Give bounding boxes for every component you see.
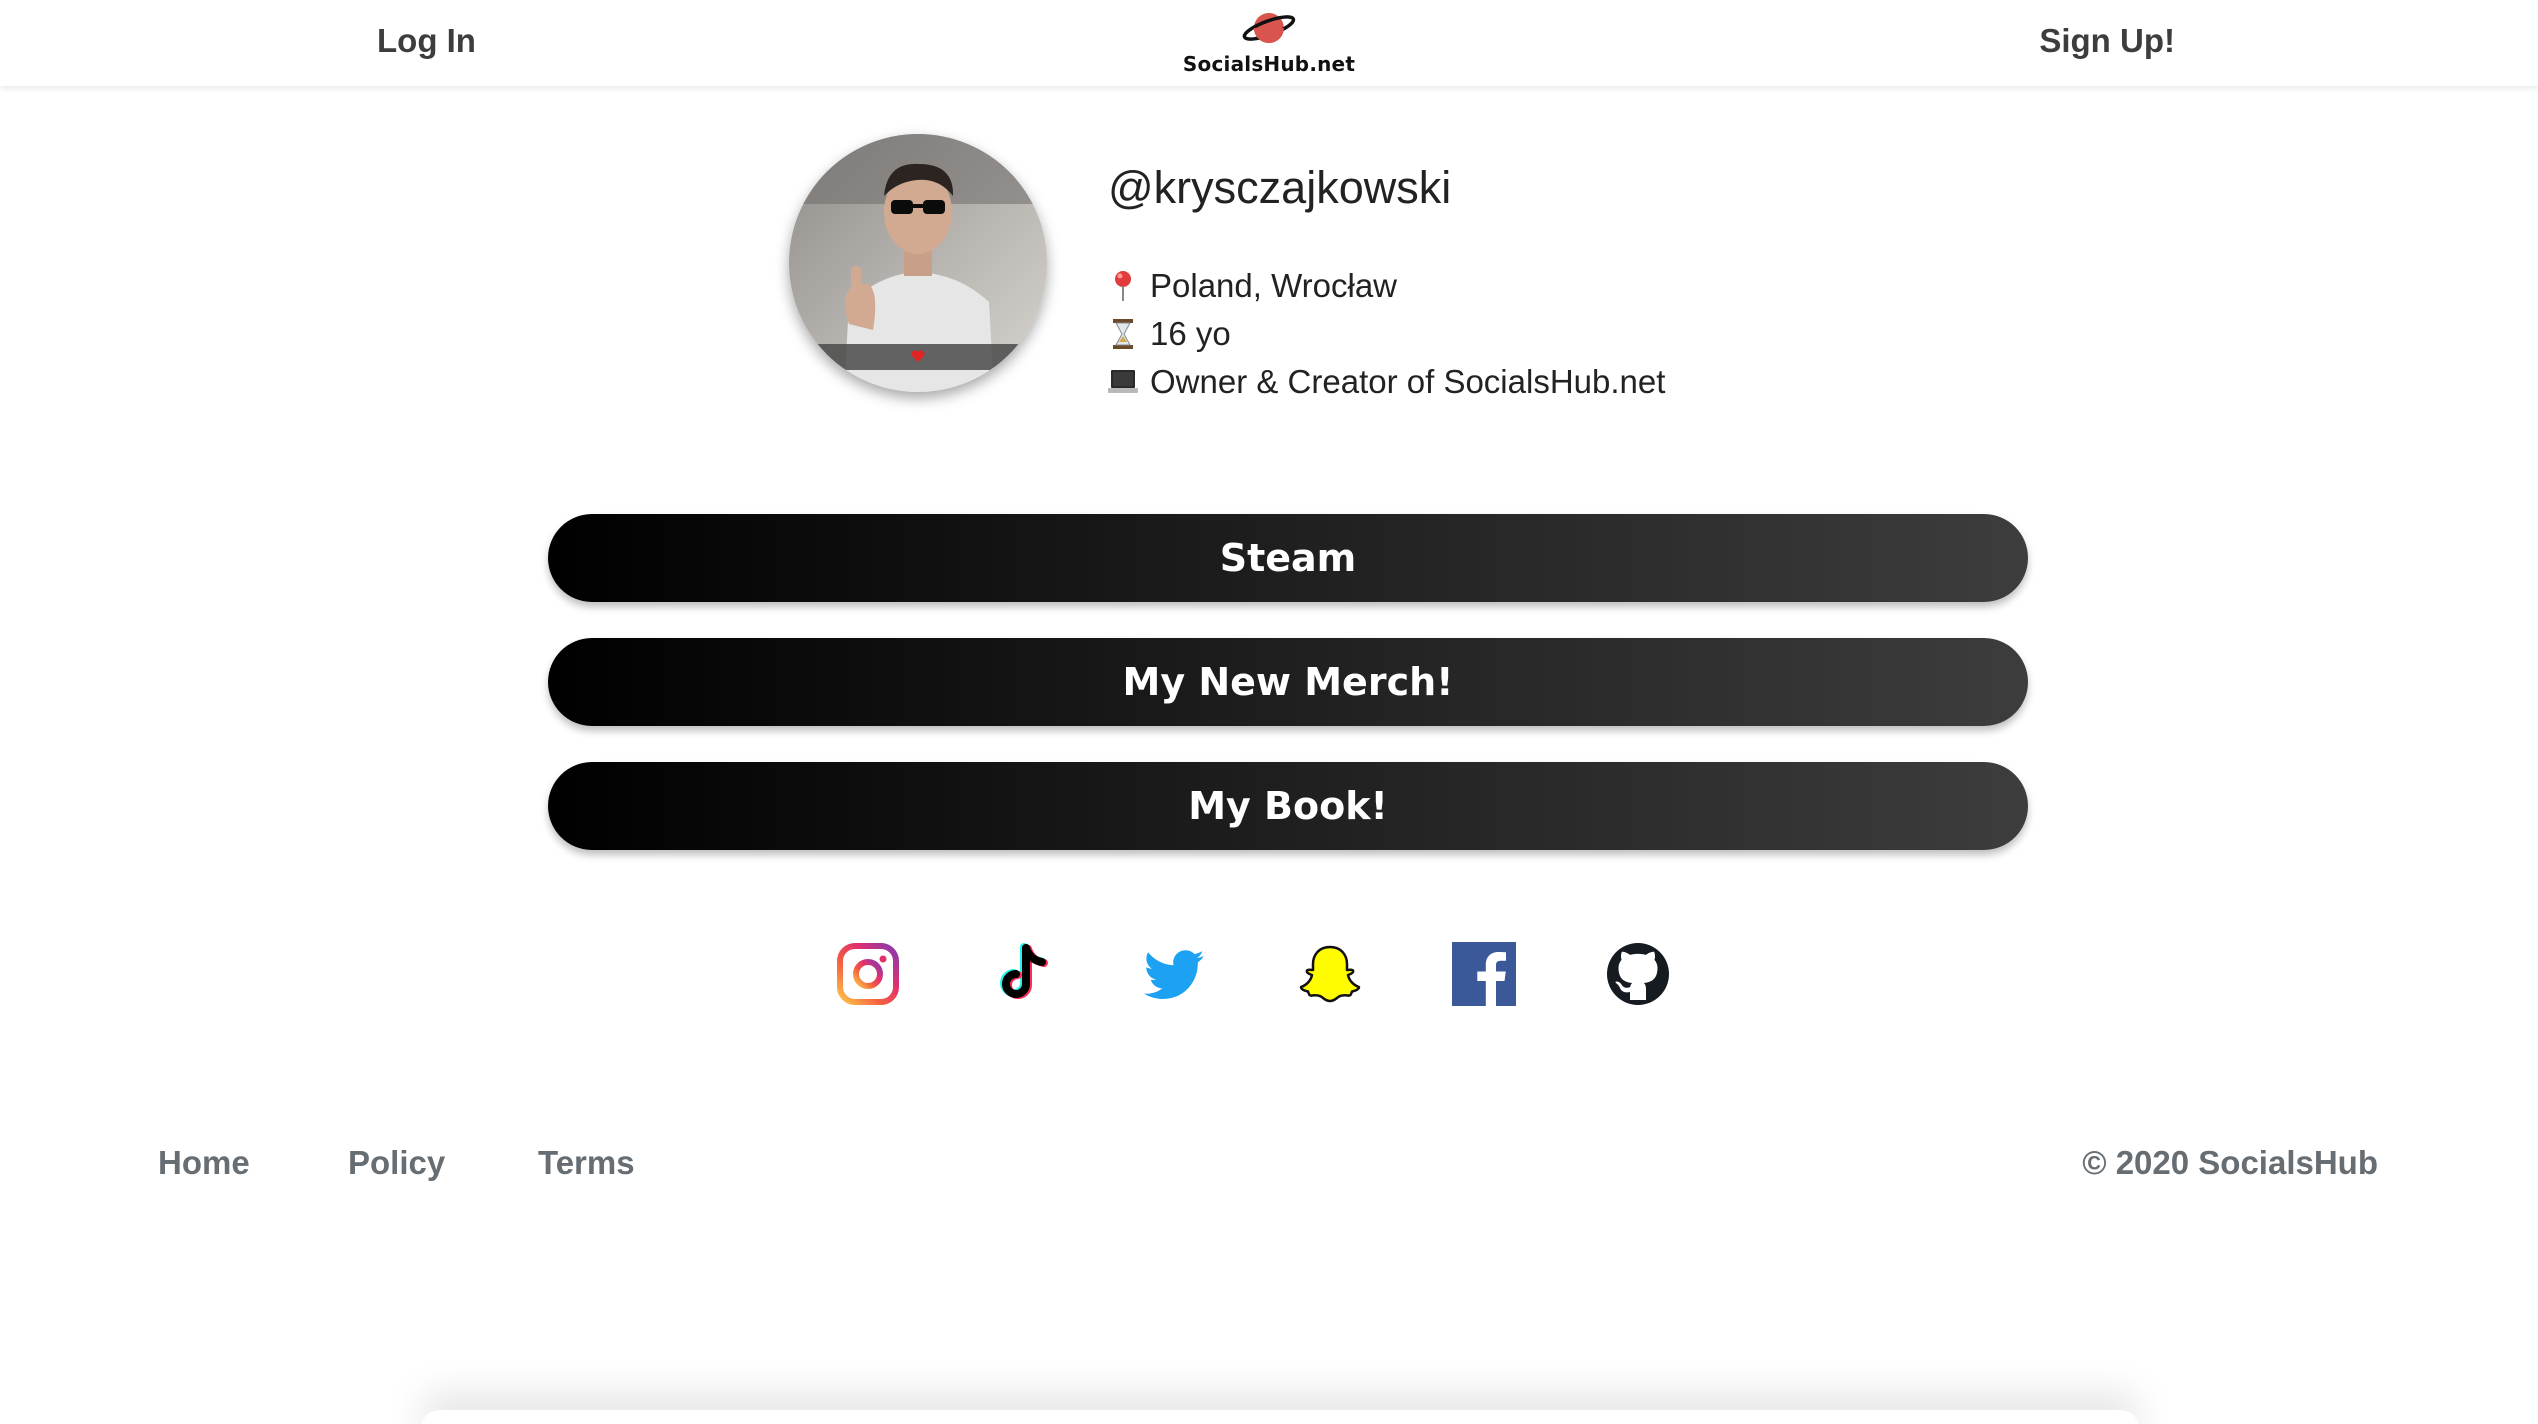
top-navbar: Log In SocialsHub.net Sign Up! — [0, 0, 2538, 86]
bottom-panel-edge — [420, 1410, 2140, 1424]
merch-link-button[interactable]: My New Merch! — [548, 638, 2028, 726]
steam-link-button[interactable]: Steam — [548, 514, 2028, 602]
profile-info: Poland, Wrocław 16 yo Owner & Creator of… — [1108, 262, 1665, 406]
age-row: 16 yo — [1108, 310, 1665, 358]
role-text: Owner & Creator of SocialsHub.net — [1150, 363, 1666, 400]
profile-handle: @krysczajkowski — [1108, 162, 1452, 213]
signup-link[interactable]: Sign Up! — [2039, 22, 2175, 60]
snapchat-icon[interactable] — [1298, 942, 1362, 1006]
facebook-icon[interactable] — [1452, 942, 1516, 1006]
laptop-icon — [1108, 365, 1138, 399]
location-text: Poland, Wrocław — [1150, 267, 1398, 304]
pin-icon — [1108, 269, 1138, 303]
footer-link-terms[interactable]: Terms — [538, 1144, 635, 1182]
twitter-icon[interactable] — [1144, 942, 1208, 1006]
role-row: Owner & Creator of SocialsHub.net — [1108, 358, 1665, 406]
copyright-text: © 2020 SocialsHub — [2082, 1144, 2378, 1181]
footer-link-policy[interactable]: Policy — [348, 1144, 445, 1182]
login-link[interactable]: Log In — [377, 22, 476, 60]
profile-photo — [789, 134, 1047, 392]
tiktok-icon[interactable] — [990, 942, 1054, 1006]
brand-logo[interactable]: SocialsHub.net — [1183, 6, 1355, 76]
github-icon[interactable] — [1606, 942, 1670, 1006]
avatar — [789, 134, 1047, 392]
location-row: Poland, Wrocław — [1108, 262, 1665, 310]
hourglass-icon — [1108, 317, 1138, 351]
footer-link-home[interactable]: Home — [158, 1144, 250, 1182]
page: Log In SocialsHub.net Sign Up! @krysczaj… — [0, 0, 2538, 1424]
age-text: 16 yo — [1150, 315, 1231, 352]
instagram-icon[interactable] — [836, 942, 900, 1006]
brand-name: SocialsHub.net — [1182, 52, 1356, 76]
planet-icon — [1242, 13, 1296, 43]
book-link-button[interactable]: My Book! — [548, 762, 2028, 850]
